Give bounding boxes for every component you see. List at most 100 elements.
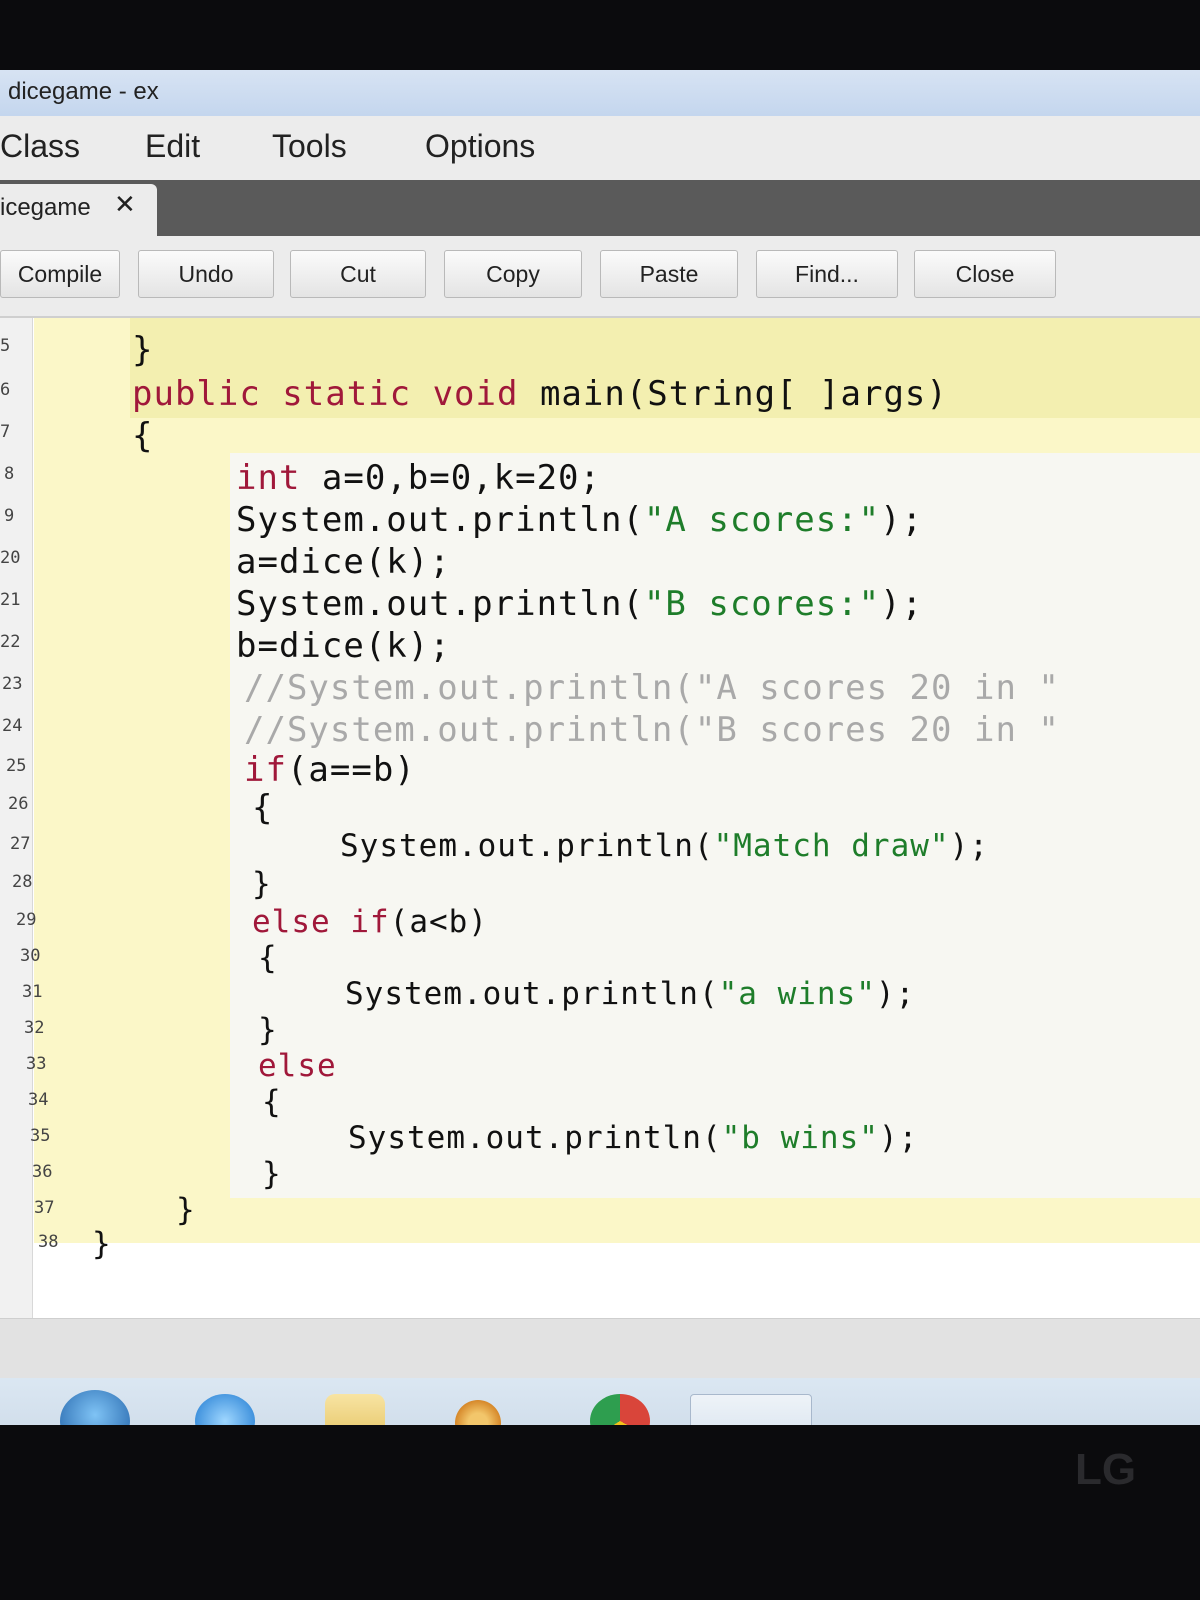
line-number: 36	[32, 1162, 53, 1182]
line-number: 32	[24, 1018, 45, 1038]
code-text: System.out.println(	[236, 584, 644, 624]
copy-button[interactable]: Copy	[444, 250, 582, 298]
media-player-icon[interactable]	[455, 1400, 501, 1425]
code-text: System.out.println(	[348, 1120, 722, 1156]
code-line: }	[132, 330, 153, 370]
code-line: }	[262, 1156, 282, 1192]
line-number: 6	[0, 380, 11, 400]
code-text: );	[880, 584, 924, 624]
title-bar: dicegame - ex	[0, 70, 1200, 117]
code-keyword: else	[258, 1048, 337, 1084]
code-line: else	[258, 1048, 337, 1084]
code-line: }	[176, 1192, 196, 1228]
code-text: }	[252, 866, 272, 902]
code-text: main(String[ ]args)	[518, 374, 948, 414]
line-number: 33	[26, 1054, 47, 1074]
code-line: if(a==b)	[244, 750, 416, 790]
line-number: 8	[4, 464, 15, 484]
code-line: else if(a<b)	[252, 904, 488, 940]
line-number: 29	[16, 910, 37, 930]
code-line: {	[258, 940, 278, 976]
code-text: );	[875, 976, 916, 1012]
code-text: }	[92, 1226, 112, 1262]
screen: dicegame - ex Class Edit Tools Options i…	[0, 70, 1200, 1425]
code-text: }	[132, 330, 154, 370]
code-line: {	[262, 1084, 282, 1120]
code-text: {	[132, 416, 154, 456]
code-string: "a wins"	[718, 976, 876, 1012]
code-line: public static void main(String[ ]args)	[132, 374, 948, 414]
code-text: }	[176, 1192, 196, 1228]
tab-strip: icegame ✕	[0, 180, 1200, 236]
line-number: 7	[0, 422, 11, 442]
editor-status-strip	[0, 1318, 1200, 1379]
code-text: );	[949, 828, 989, 864]
line-number: 30	[20, 946, 41, 966]
code-keyword: if	[244, 750, 287, 790]
close-button[interactable]: Close	[914, 250, 1056, 298]
code-line: System.out.println("A scores:");	[236, 500, 923, 540]
tab-label: icegame	[0, 194, 91, 221]
code-line: {	[132, 416, 153, 456]
code-line: //System.out.println("A scores 20 in "	[244, 668, 1060, 708]
tab-dicegame[interactable]: icegame ✕	[0, 184, 157, 236]
code-line: }	[258, 1012, 278, 1048]
cut-button[interactable]: Cut	[290, 250, 426, 298]
line-number: 38	[38, 1232, 59, 1252]
code-comment: //System.out.println("A scores 20 in "	[244, 668, 1060, 708]
code-keyword: else if	[252, 904, 390, 940]
folder-icon[interactable]	[325, 1394, 385, 1425]
line-number: 25	[6, 756, 27, 776]
code-text: System.out.println(	[340, 828, 714, 864]
menu-tools[interactable]: Tools	[272, 128, 347, 165]
line-number: 28	[12, 872, 33, 892]
code-line: int a=0,b=0,k=20;	[236, 458, 601, 498]
code-text: );	[878, 1120, 919, 1156]
code-text: System.out.println(	[236, 500, 644, 540]
code-line: System.out.println("a wins");	[345, 976, 915, 1012]
code-editor[interactable]: 5 6 7 8 9 20 21 22 23 24 25 26 27 28 29 30 31 32 33 34 35 36…	[0, 318, 1200, 1318]
code-text: {	[258, 940, 278, 976]
code-line: {	[252, 788, 273, 828]
monitor-brand-logo: LG	[1075, 1445, 1137, 1494]
code-text: {	[252, 788, 274, 828]
line-number: 20	[0, 548, 21, 568]
taskbar	[0, 1378, 1200, 1425]
line-number: 23	[2, 674, 23, 694]
line-number: 24	[2, 716, 23, 736]
code-string: "Match draw"	[713, 828, 950, 864]
bluej-icon[interactable]	[690, 1394, 812, 1425]
internet-explorer-icon[interactable]	[195, 1394, 255, 1425]
menu-options[interactable]: Options	[425, 128, 535, 165]
line-number: 37	[34, 1198, 55, 1218]
line-number: 22	[0, 632, 21, 652]
toolbar: Compile Undo Cut Copy Paste Find... Clos…	[0, 236, 1200, 318]
code-text: a=dice(k);	[236, 542, 451, 582]
code-line: System.out.println("Match draw");	[340, 828, 989, 864]
window-title: dicegame - ex	[8, 78, 159, 105]
code-text: }	[258, 1012, 278, 1048]
close-tab-icon[interactable]: ✕	[114, 190, 136, 220]
chrome-icon[interactable]	[590, 1394, 650, 1425]
code-text: }	[262, 1156, 282, 1192]
start-orb-icon[interactable]	[60, 1390, 130, 1425]
line-number: 31	[22, 982, 43, 1002]
menu-edit[interactable]: Edit	[145, 128, 200, 165]
compile-button[interactable]: Compile	[0, 250, 120, 298]
code-keyword: public static	[132, 374, 433, 414]
menu-class[interactable]: Class	[0, 128, 80, 165]
line-number: 27	[10, 834, 31, 854]
code-line: //System.out.println("B scores 20 in "	[244, 710, 1060, 750]
line-number: 9	[4, 506, 15, 526]
line-number: 5	[0, 336, 11, 356]
code-text: a=0,b=0,k=20;	[300, 458, 601, 498]
code-string: "A scores:"	[643, 500, 881, 540]
code-keyword: void	[432, 374, 519, 414]
code-line: a=dice(k);	[236, 542, 451, 582]
paste-button[interactable]: Paste	[600, 250, 738, 298]
code-line: System.out.println("b wins");	[348, 1120, 918, 1156]
find-button[interactable]: Find...	[756, 250, 898, 298]
menu-bar: Class Edit Tools Options	[0, 116, 1200, 180]
undo-button[interactable]: Undo	[138, 250, 274, 298]
code-text: (a<b)	[389, 904, 488, 940]
